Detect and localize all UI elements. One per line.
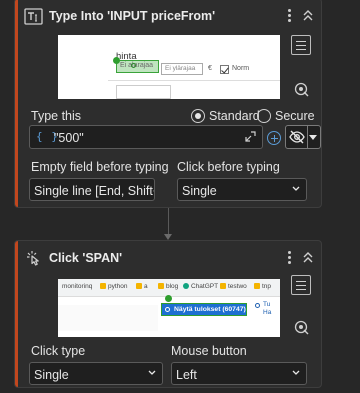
bookmark: blog — [158, 283, 178, 290]
text-value: "500" — [54, 131, 84, 145]
anchor-marker-icon — [165, 295, 172, 302]
click-icon — [27, 251, 39, 266]
thumb-panel — [58, 305, 158, 331]
search-icon — [255, 303, 260, 308]
anchor-marker-icon — [113, 57, 120, 64]
add-variable-icon[interactable] — [267, 131, 281, 145]
bookmark: monitorinq — [62, 283, 93, 290]
menu-icon[interactable] — [291, 275, 311, 295]
mouse-button-select[interactable]: Left — [171, 362, 307, 385]
activity-title: Type Into 'INPUT priceFrom' — [49, 9, 216, 23]
hidden-eye-icon — [289, 130, 305, 144]
empty-field-select[interactable]: Single line [End, Shift+Home, Delete] — [29, 178, 155, 201]
mouse-button-value: Left — [176, 368, 197, 382]
secure-radio[interactable] — [257, 109, 271, 123]
click-type-label: Click type — [31, 344, 86, 358]
menu-icon[interactable] — [291, 35, 311, 55]
thumb-input-2: Ei ylärajaa — [161, 63, 203, 75]
thumb-checkbox-icon — [220, 65, 229, 74]
click-before-label: Click before typing — [177, 160, 280, 174]
target-marker-icon — [131, 63, 136, 68]
thumb-currency: € — [208, 65, 212, 72]
toggle-divider — [307, 126, 308, 148]
empty-field-value: Single line [End, Shift+Home, Delete] — [34, 184, 154, 198]
bookmark: a — [136, 283, 148, 290]
secure-radio-label[interactable]: Secure — [275, 109, 315, 123]
indicate-target-icon[interactable] — [293, 81, 309, 97]
chevron-down-icon — [148, 370, 156, 375]
chevron-down-icon — [292, 370, 300, 375]
indicate-target-icon[interactable] — [293, 319, 309, 335]
more-options-icon[interactable] — [288, 9, 292, 23]
text-input[interactable]: { } "500" — [29, 125, 263, 149]
thumb-selected-input: Ei alarajaa — [116, 60, 159, 73]
click-type-value: Single — [34, 368, 69, 382]
click-type-select[interactable]: Single — [29, 362, 163, 385]
thumb-checkbox-label: Norm — [232, 65, 250, 72]
type-into-icon — [24, 8, 43, 25]
bookmark: testwo — [220, 283, 247, 290]
thumb-element — [116, 85, 171, 99]
click-before-select[interactable]: Single — [177, 178, 307, 201]
click-before-value: Single — [182, 184, 217, 198]
dropdown-caret-icon[interactable] — [309, 135, 317, 140]
bookmark: python — [100, 283, 128, 290]
type-into-activity-card[interactable]: Type Into 'INPUT priceFrom' hinta Ei ala… — [14, 0, 322, 208]
sensitive-toggle[interactable] — [285, 125, 321, 149]
activity-header[interactable]: Click 'SPAN' — [15, 241, 321, 275]
collapse-chevron-icon[interactable] — [301, 249, 315, 265]
thumb-divider — [108, 80, 280, 81]
standard-radio-label[interactable]: Standard — [209, 109, 260, 123]
flow-connector-top — [168, 208, 169, 236]
click-activity-card[interactable]: Click 'SPAN' monitorinq python a blog Ch… — [14, 240, 322, 388]
type-this-label: Type this — [31, 109, 82, 123]
bookmark: ChatGPT — [183, 283, 218, 290]
mouse-button-label: Mouse button — [171, 344, 247, 358]
search-icon — [165, 307, 170, 312]
activity-title: Click 'SPAN' — [49, 251, 123, 265]
target-screenshot-thumbnail[interactable]: hinta Ei alarajaa Ei ylärajaa € Norm — [58, 35, 280, 99]
expand-editor-icon[interactable] — [245, 131, 256, 142]
more-options-icon[interactable] — [288, 251, 292, 265]
chevron-down-icon — [292, 186, 300, 191]
empty-field-label: Empty field before typing — [31, 160, 169, 174]
standard-radio[interactable] — [191, 109, 205, 123]
collapse-chevron-icon[interactable] — [301, 7, 315, 23]
activity-header[interactable]: Type Into 'INPUT priceFrom' — [15, 0, 321, 33]
flow-designer-canvas: { "actions": [ { "title": "Type Into 'IN… — [0, 0, 360, 393]
bookmark: tnp — [254, 283, 271, 290]
thumb-target-button: Näytä tulokset (60747) — [161, 303, 247, 316]
target-screenshot-thumbnail[interactable]: monitorinq python a blog ChatGPT testwo … — [58, 279, 280, 337]
